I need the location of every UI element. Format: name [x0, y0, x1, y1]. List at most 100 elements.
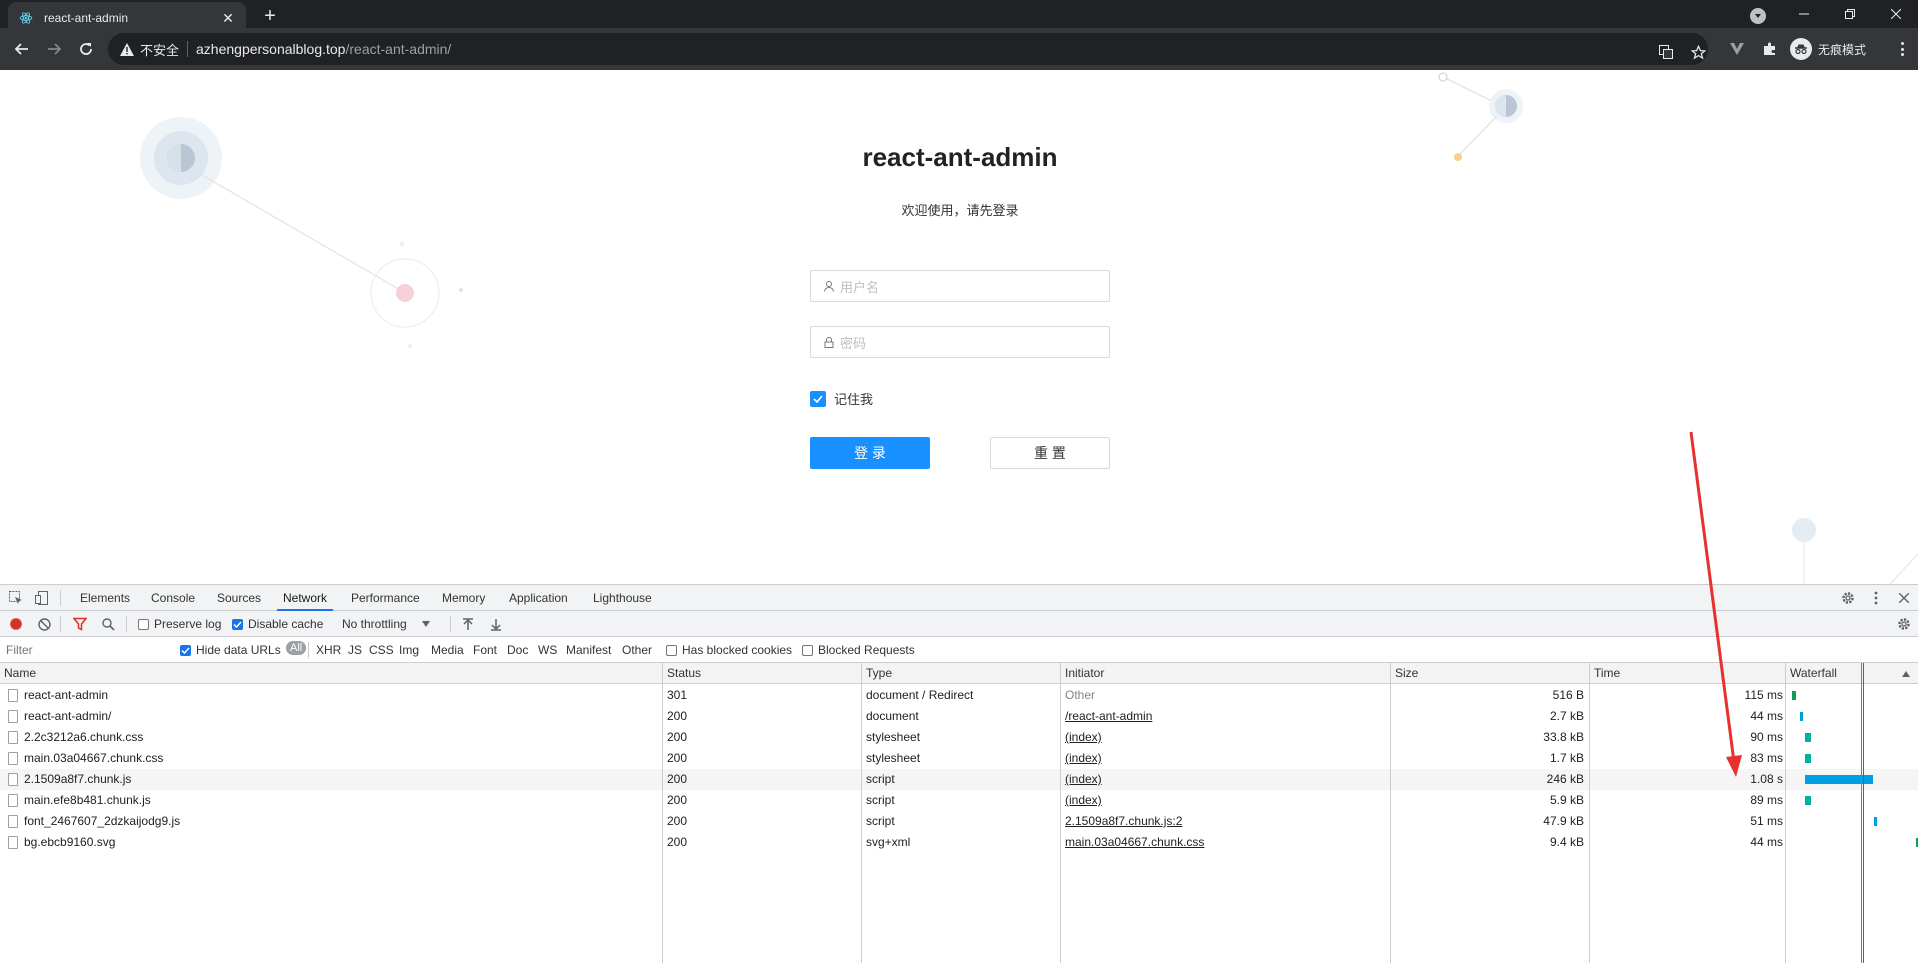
bookmark-star-icon[interactable]: [1690, 44, 1706, 60]
close-window-icon[interactable]: [1873, 0, 1918, 28]
cell-initiator[interactable]: (index): [1065, 748, 1385, 769]
column-header-time[interactable]: Time: [1590, 663, 1620, 684]
devtools-more-icon[interactable]: [1868, 590, 1884, 606]
tab-memory[interactable]: Memory: [436, 585, 491, 611]
network-settings-icon[interactable]: [1896, 616, 1912, 632]
browser-menu-icon[interactable]: [1893, 40, 1911, 58]
cell-initiator[interactable]: main.03a04667.chunk.css: [1065, 832, 1385, 853]
column-header-name[interactable]: Name: [0, 663, 36, 684]
column-header-status[interactable]: Status: [663, 663, 701, 684]
filter-other[interactable]: Other: [622, 643, 652, 657]
file-icon: [8, 794, 18, 807]
cell-initiator[interactable]: (index): [1065, 727, 1385, 748]
filter-manifest[interactable]: Manifest: [566, 643, 611, 657]
throttling-select[interactable]: No throttling: [342, 617, 430, 631]
cell-type: stylesheet: [866, 751, 921, 765]
devtools-close-icon[interactable]: [1896, 590, 1912, 606]
record-icon[interactable]: [8, 616, 24, 632]
column-divider: [1390, 663, 1391, 963]
filter-ws[interactable]: WS: [538, 643, 557, 657]
filter-js[interactable]: JS: [348, 643, 362, 657]
cell-initiator[interactable]: (index): [1065, 769, 1385, 790]
incognito-indicator[interactable]: 无痕模式: [1790, 37, 1866, 61]
column-header-waterfall[interactable]: Waterfall: [1786, 663, 1837, 684]
filter-font[interactable]: Font: [473, 643, 497, 657]
table-row[interactable]: react-ant-admin 301 document / Redirect Oth…: [0, 685, 1918, 706]
filter-all[interactable]: All: [286, 641, 307, 655]
filter-media[interactable]: Media: [431, 643, 464, 657]
devtools-settings-icon[interactable]: [1840, 590, 1856, 606]
restore-icon[interactable]: [1827, 0, 1873, 28]
warning-icon[interactable]: [120, 42, 134, 56]
devtools-panel: Elements Console Sources Network Perform…: [0, 584, 1918, 963]
waterfall-bar: [1804, 796, 1812, 805]
table-row[interactable]: react-ant-admin/200 document/react-ant-ad…: [0, 706, 1918, 727]
cell-name: main.03a04667.chunk.css: [24, 751, 164, 765]
export-har-icon[interactable]: [488, 616, 504, 632]
filter-icon[interactable]: [72, 616, 88, 632]
column-header-type[interactable]: Type: [862, 663, 892, 684]
filter-xhr[interactable]: XHR: [316, 643, 341, 657]
waterfall-bar: [1874, 817, 1878, 826]
filter-css[interactable]: CSS: [369, 643, 394, 657]
translate-icon[interactable]: [1658, 44, 1674, 60]
remember-me[interactable]: 记住我: [810, 389, 873, 408]
tab-performance[interactable]: Performance: [345, 585, 426, 611]
cell-initiator[interactable]: /react-ant-admin: [1065, 706, 1385, 727]
tab-console[interactable]: Console: [145, 585, 201, 611]
disable-cache-checkbox[interactable]: Disable cache: [232, 617, 323, 631]
table-row[interactable]: main.03a04667.chunk.css 200 stylesheet (ind…: [0, 748, 1918, 769]
address-bar[interactable]: 不安全 azhengpersonalblog.top/react-ant-adm…: [108, 33, 1708, 65]
toolbar-divider: [60, 616, 61, 632]
close-tab-icon[interactable]: ✕: [220, 10, 236, 26]
filter-doc[interactable]: Doc: [507, 643, 528, 657]
column-divider: [1060, 663, 1061, 963]
tab-sources[interactable]: Sources: [211, 585, 267, 611]
clear-icon[interactable]: [36, 616, 52, 632]
table-row[interactable]: 2.1509a8f7.chunk.js 200 script (index) 246 k…: [0, 769, 1918, 790]
blocked-requests-checkbox[interactable]: Blocked Requests: [802, 643, 915, 657]
cell-time: 44 ms: [1750, 709, 1783, 723]
table-row[interactable]: 2.2c3212a6.chunk.css 200 stylesheet (index)…: [0, 727, 1918, 748]
cell-type: svg+xml: [866, 835, 911, 849]
cell-size: 516 B: [1552, 688, 1584, 702]
column-header-size[interactable]: Size: [1391, 663, 1418, 684]
column-header-initiator[interactable]: Initiator: [1061, 663, 1104, 684]
back-icon[interactable]: [8, 35, 36, 63]
reset-button[interactable]: 重 置: [990, 437, 1110, 469]
hide-data-urls-checkbox[interactable]: Hide data URLs: [180, 643, 281, 657]
preserve-log-checkbox[interactable]: Preserve log: [138, 617, 221, 631]
username-input[interactable]: 用户名: [810, 270, 1110, 302]
inspect-element-icon[interactable]: [8, 590, 24, 606]
search-icon[interactable]: [100, 616, 116, 632]
security-label[interactable]: 不安全: [140, 40, 179, 59]
forward-icon[interactable]: [40, 35, 68, 63]
toolbar-divider: [450, 616, 451, 632]
tab-network[interactable]: Network: [277, 585, 334, 611]
minimize-icon[interactable]: [1781, 0, 1827, 28]
reload-icon[interactable]: [72, 35, 100, 63]
tab-search-icon[interactable]: [1750, 8, 1766, 24]
cell-initiator[interactable]: 2.1509a8f7.chunk.js:2: [1065, 811, 1385, 832]
tab-lighthouse[interactable]: Lighthouse: [587, 585, 658, 611]
has-blocked-cookies-checkbox[interactable]: Has blocked cookies: [666, 643, 792, 657]
table-row[interactable]: font_2467607_2dzkaijodg9.js 200 script 2.15…: [0, 811, 1918, 832]
tab-elements[interactable]: Elements: [74, 585, 136, 611]
sort-ascending-icon[interactable]: [1898, 666, 1914, 682]
tab-application[interactable]: Application: [503, 585, 574, 611]
waterfall-bar: [1804, 754, 1812, 763]
extension-v-icon[interactable]: [1728, 40, 1746, 58]
new-tab-button[interactable]: +: [258, 4, 282, 28]
extensions-puzzle-icon[interactable]: [1761, 40, 1779, 58]
password-input[interactable]: 密码: [810, 326, 1110, 358]
cell-initiator[interactable]: (index): [1065, 790, 1385, 811]
device-toolbar-icon[interactable]: [34, 590, 50, 606]
filter-input[interactable]: [2, 641, 166, 659]
login-button[interactable]: 登 录: [810, 437, 930, 469]
filter-img[interactable]: Img: [399, 643, 419, 657]
remember-checkbox[interactable]: [810, 390, 826, 407]
checkbox-unchecked-icon: [666, 644, 677, 656]
table-row[interactable]: bg.ebcb9160.svg 200 svg+xml main.03a04667.c…: [0, 832, 1918, 853]
import-har-icon[interactable]: [460, 616, 476, 632]
table-row[interactable]: main.efe8b481.chunk.js 200 script (index) 5.…: [0, 790, 1918, 811]
